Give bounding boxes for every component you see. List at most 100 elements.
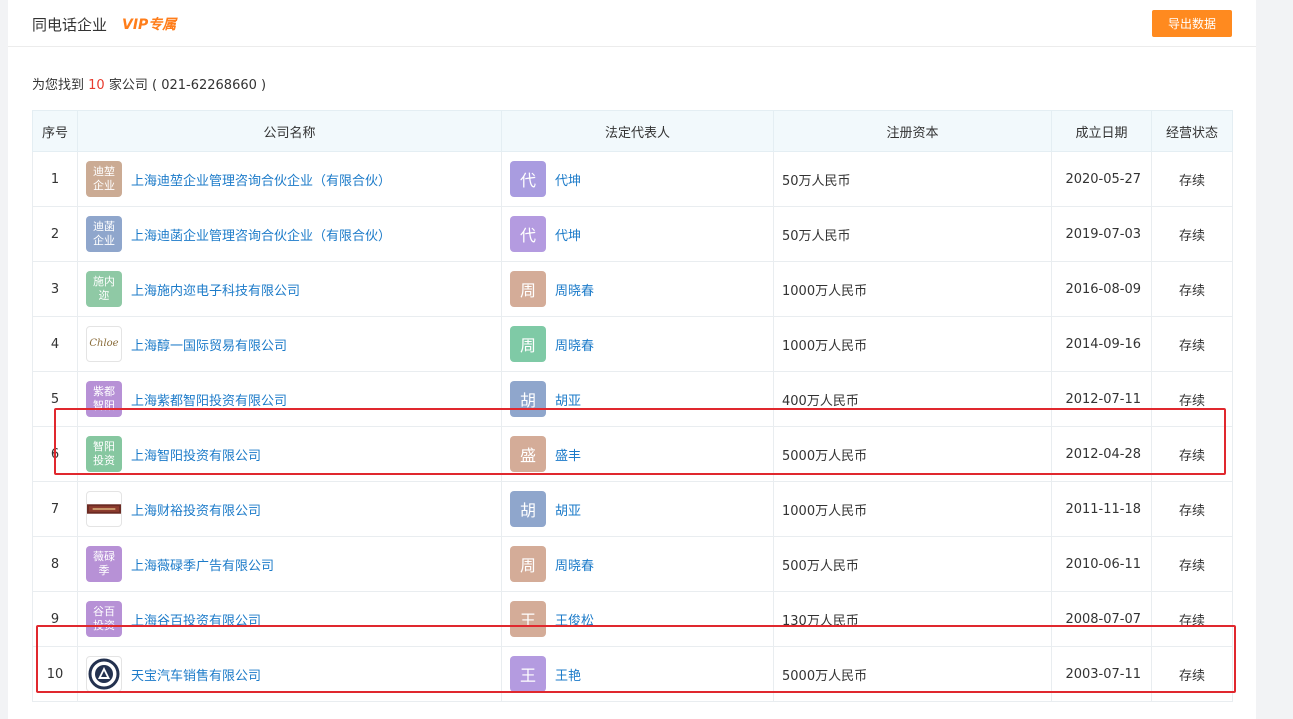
row-index: 6 <box>32 426 78 482</box>
avatar: 王 <box>510 656 546 692</box>
legal-rep-link[interactable]: 代坤 <box>555 225 581 244</box>
legal-rep-link[interactable]: 王俊松 <box>555 610 594 629</box>
legal-rep-link[interactable]: 胡亚 <box>555 390 581 409</box>
row-index: 2 <box>32 206 78 262</box>
table-row: 1 迪堃企业 上海迪堃企业管理咨询合伙企业（有限合伙） 代 代坤 50万人民币 … <box>32 151 1233 207</box>
legal-rep-link[interactable]: 王艳 <box>555 665 581 684</box>
company-name-link[interactable]: 上海财裕投资有限公司 <box>131 500 261 519</box>
legal-rep-cell: 代 代坤 <box>501 206 774 262</box>
company-logo-icon: 智阳投资 <box>86 436 122 472</box>
founded-date: 2012-07-11 <box>1051 371 1152 427</box>
table-row: 8 薇碌季 上海薇碌季广告有限公司 周 周晓春 500万人民币 2010-06-… <box>32 536 1233 592</box>
status-badge: 存续 <box>1151 261 1233 317</box>
table-row: 10 天宝汽车销售有限公司 王 王艳 5000万人民币 2003-07-11 存… <box>32 646 1233 702</box>
brand-banner-icon <box>86 491 122 527</box>
avatar: 周 <box>510 546 546 582</box>
legal-rep-link[interactable]: 周晓春 <box>555 335 594 354</box>
avatar: 胡 <box>510 381 546 417</box>
logo-text: 迪堃企业 <box>93 165 115 192</box>
company-logo-icon: 紫都智阳 <box>86 381 122 417</box>
company-cell: 迪堃企业 上海迪堃企业管理咨询合伙企业（有限合伙） <box>77 151 502 207</box>
col-header-founded: 成立日期 <box>1051 110 1152 152</box>
company-name-link[interactable]: 上海薇碌季广告有限公司 <box>131 555 274 574</box>
company-name-link[interactable]: 上海迪菡企业管理咨询合伙企业（有限合伙） <box>131 225 391 244</box>
company-name-link[interactable]: 天宝汽车销售有限公司 <box>131 665 261 684</box>
row-index: 10 <box>32 646 78 702</box>
founded-date: 2016-08-09 <box>1051 261 1152 317</box>
company-name-link[interactable]: 上海智阳投资有限公司 <box>131 445 261 464</box>
status-badge: 存续 <box>1151 646 1233 702</box>
company-cell: 薇碌季 上海薇碌季广告有限公司 <box>77 536 502 592</box>
row-index: 3 <box>32 261 78 317</box>
export-data-button[interactable]: 导出数据 <box>1152 10 1232 37</box>
avatar: 盛 <box>510 436 546 472</box>
col-header-status: 经营状态 <box>1151 110 1233 152</box>
company-name-link[interactable]: 上海施内迩电子科技有限公司 <box>131 280 300 299</box>
founded-date: 2003-07-11 <box>1051 646 1152 702</box>
company-name-link[interactable]: 上海谷百投资有限公司 <box>131 610 261 629</box>
row-index: 1 <box>32 151 78 207</box>
col-header-legal-rep: 法定代表人 <box>501 110 774 152</box>
company-cell: 谷百投资 上海谷百投资有限公司 <box>77 591 502 647</box>
company-name-link[interactable]: 上海紫都智阳投资有限公司 <box>131 390 287 409</box>
company-cell: 智阳投资 上海智阳投资有限公司 <box>77 426 502 482</box>
table-row: 2 迪菡企业 上海迪菡企业管理咨询合伙企业（有限合伙） 代 代坤 50万人民币 … <box>32 206 1233 262</box>
legal-rep-cell: 王 王艳 <box>501 646 774 702</box>
logo-text: 紫都智阳 <box>93 385 115 412</box>
legal-rep-cell: 盛 盛丰 <box>501 426 774 482</box>
registered-capital: 50万人民币 <box>773 151 1052 207</box>
summary-suffix: 家公司 <box>108 78 148 93</box>
registered-capital: 400万人民币 <box>773 371 1052 427</box>
logo-text: 施内迩 <box>93 275 115 302</box>
legal-rep-link[interactable]: 胡亚 <box>555 500 581 519</box>
col-header-index: 序号 <box>32 110 78 152</box>
row-index: 9 <box>32 591 78 647</box>
company-logo-icon: 迪堃企业 <box>86 161 122 197</box>
registered-capital: 1000万人民币 <box>773 261 1052 317</box>
logo-text: 智阳投资 <box>93 440 115 467</box>
logo-text: Chloe <box>89 338 119 349</box>
avatar: 周 <box>510 326 546 362</box>
row-index: 4 <box>32 316 78 372</box>
legal-rep-cell: 周 周晓春 <box>501 316 774 372</box>
registered-capital: 130万人民币 <box>773 591 1052 647</box>
legal-rep-cell: 胡 胡亚 <box>501 371 774 427</box>
vip-badge: VIP专属 <box>122 17 177 33</box>
company-logo-icon: 谷百投资 <box>86 601 122 637</box>
status-badge: 存续 <box>1151 206 1233 262</box>
status-badge: 存续 <box>1151 536 1233 592</box>
company-cell: 迪菡企业 上海迪菡企业管理咨询合伙企业（有限合伙） <box>77 206 502 262</box>
avatar: 王 <box>510 601 546 637</box>
registered-capital: 50万人民币 <box>773 206 1052 262</box>
legal-rep-link[interactable]: 盛丰 <box>555 445 581 464</box>
founded-date: 2011-11-18 <box>1051 481 1152 537</box>
founded-date: 2012-04-28 <box>1051 426 1152 482</box>
legal-rep-link[interactable]: 代坤 <box>555 170 581 189</box>
status-badge: 存续 <box>1151 151 1233 207</box>
company-cell: 施内迩 上海施内迩电子科技有限公司 <box>77 261 502 317</box>
founded-date: 2014-09-16 <box>1051 316 1152 372</box>
avatar: 胡 <box>510 491 546 527</box>
company-table: 序号 公司名称 法定代表人 注册资本 成立日期 经营状态 1 迪堃企业 上海迪堃… <box>32 110 1233 702</box>
result-summary: 为您找到 10 家公司 ( 021-62268660 ) <box>32 74 266 93</box>
registered-capital: 5000万人民币 <box>773 646 1052 702</box>
registered-capital: 1000万人民币 <box>773 316 1052 372</box>
page-scroll-gutter <box>1256 0 1293 719</box>
same-phone-companies-panel: 同电话企业 VIP专属 导出数据 为您找到 10 家公司 ( 021-62268… <box>8 0 1256 719</box>
table-row: 4 Chloe 上海醇一国际贸易有限公司 周 周晓春 1000万人民币 2014… <box>32 316 1233 372</box>
status-badge: 存续 <box>1151 371 1233 427</box>
row-index: 5 <box>32 371 78 427</box>
table-header-row: 序号 公司名称 法定代表人 注册资本 成立日期 经营状态 <box>32 110 1233 152</box>
summary-prefix: 为您找到 <box>32 78 85 93</box>
company-name-link[interactable]: 上海醇一国际贸易有限公司 <box>131 335 287 354</box>
legal-rep-cell: 周 周晓春 <box>501 261 774 317</box>
legal-rep-link[interactable]: 周晓春 <box>555 555 594 574</box>
company-name-link[interactable]: 上海迪堃企业管理咨询合伙企业（有限合伙） <box>131 170 391 189</box>
legal-rep-cell: 王 王俊松 <box>501 591 774 647</box>
founded-date: 2019-07-03 <box>1051 206 1152 262</box>
legal-rep-link[interactable]: 周晓春 <box>555 280 594 299</box>
founded-date: 2010-06-11 <box>1051 536 1152 592</box>
panel-header: 同电话企业 VIP专属 导出数据 <box>8 0 1256 47</box>
company-logo-icon: Chloe <box>86 326 122 362</box>
legal-rep-cell: 胡 胡亚 <box>501 481 774 537</box>
